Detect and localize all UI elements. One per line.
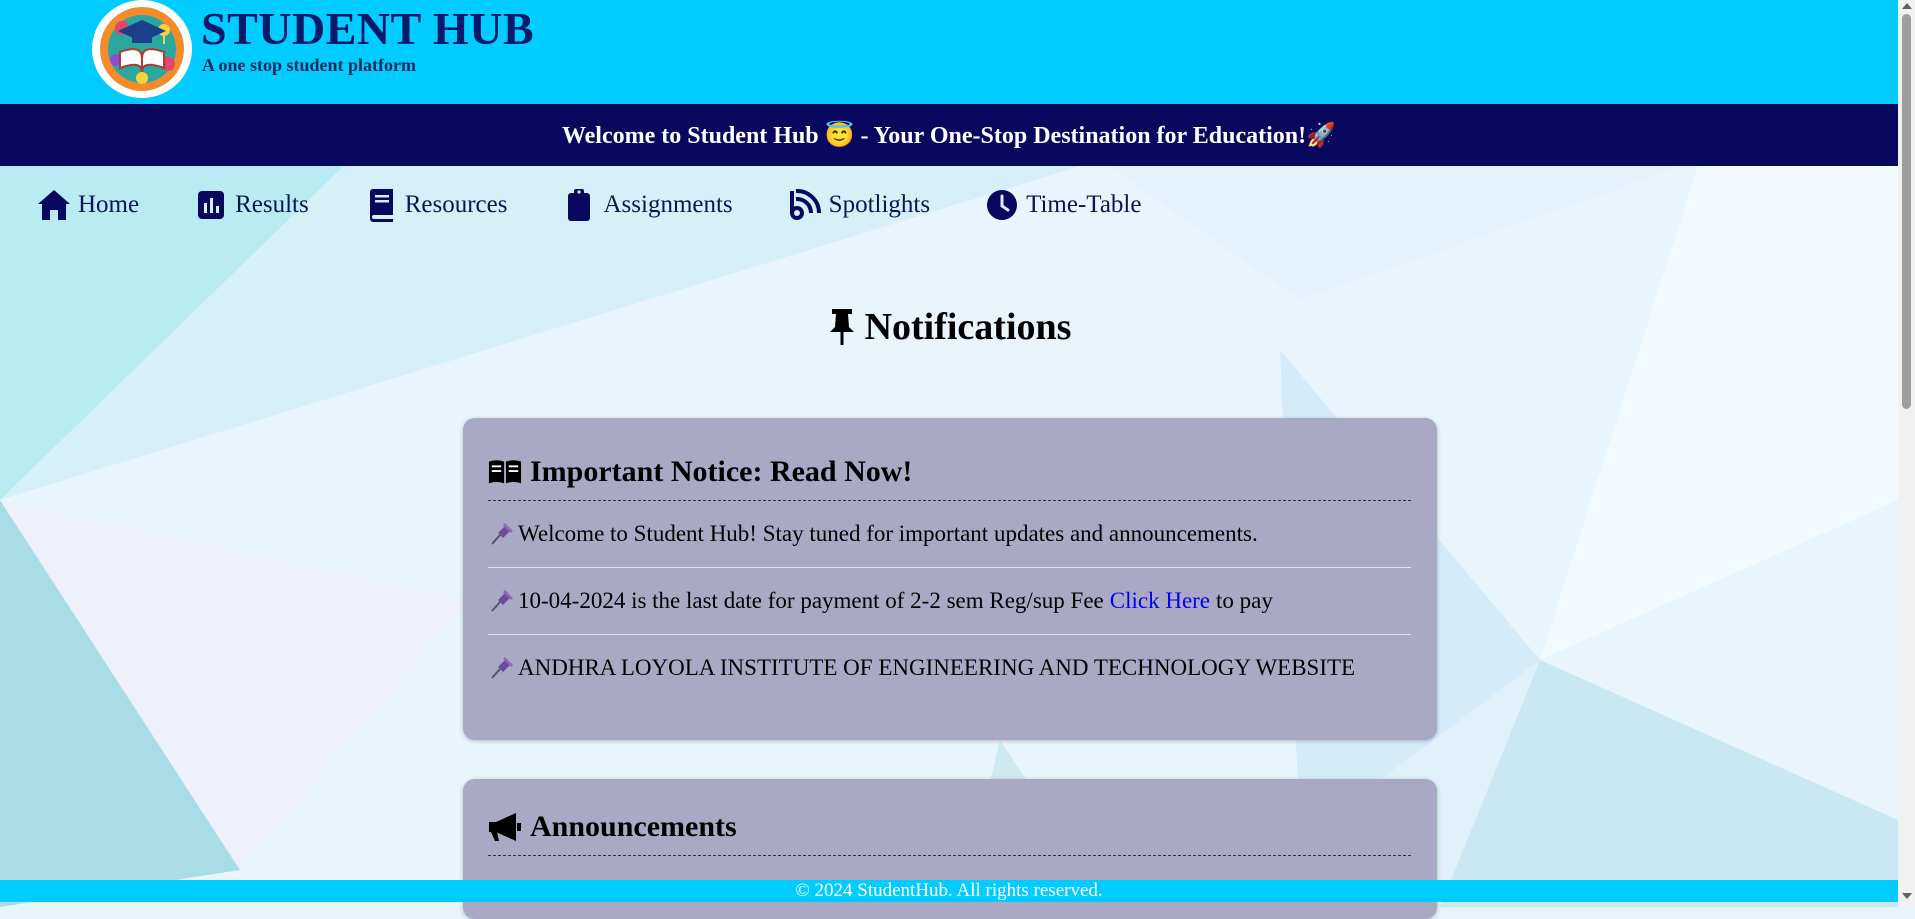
notice-item: ANDHRA LOYOLA INSTITUTE OF ENGINEERING A…	[488, 635, 1411, 701]
notifications-heading: Notifications	[0, 305, 1898, 349]
notice-item: 10-04-2024 is the last date for payment …	[488, 568, 1411, 635]
notice-item: Welcome to Student Hub! Stay tuned for i…	[488, 501, 1411, 568]
rss-icon	[789, 188, 821, 220]
logo-icon	[97, 4, 187, 94]
open-book-icon	[488, 460, 522, 484]
welcome-banner: Welcome to Student Hub 😇 - Your One-Stop…	[0, 104, 1898, 166]
notice-item-text-suffix: to pay	[1216, 588, 1273, 613]
clipboard-icon	[568, 189, 591, 221]
footer-text: © 2024 StudentHub. All rights reserved.	[795, 880, 1103, 901]
chart-icon	[198, 191, 225, 219]
announcements-header: Announcements	[488, 799, 1411, 856]
notice-item-text: Welcome to Student Hub! Stay tuned for i…	[518, 521, 1258, 546]
scroll-down-arrow-icon[interactable]	[1902, 893, 1912, 899]
pushpin-icon	[491, 657, 513, 679]
site-footer: © 2024 StudentHub. All rights reserved.	[0, 880, 1898, 902]
nav-assignments[interactable]: Assignments	[561, 187, 733, 223]
scroll-up-arrow-icon[interactable]	[1902, 3, 1912, 9]
notice-item-text: 10-04-2024 is the last date for payment …	[518, 588, 1104, 613]
nav-assignments-label: Assignments	[603, 191, 733, 218]
nav-home-label: Home	[78, 191, 140, 218]
megaphone-icon	[489, 813, 521, 841]
fee-payment-link[interactable]: Click Here	[1110, 588, 1210, 614]
home-icon	[38, 190, 70, 220]
nav-results[interactable]: Results	[193, 187, 309, 223]
site-tagline: A one stop student platform	[202, 55, 417, 75]
site-header: STUDENT HUB A one stop student platform	[0, 0, 1898, 104]
notice-item-text: ANDHRA LOYOLA INSTITUTE OF ENGINEERING A…	[518, 655, 1356, 680]
nav-results-label: Results	[235, 191, 309, 218]
main-nav: Home Results Resources Assignments Spotl…	[36, 185, 1195, 225]
nav-time-table[interactable]: Time-Table	[984, 187, 1141, 223]
nav-resources[interactable]: Resources	[363, 187, 508, 223]
important-notice-card: Important Notice: Read Now! Welcome to S…	[463, 418, 1437, 740]
announcements-title: Announcements	[530, 810, 737, 843]
welcome-banner-text: Welcome to Student Hub 😇 - Your One-Stop…	[561, 122, 1337, 149]
site-logo[interactable]	[92, 0, 192, 98]
site-title: STUDENT HUB	[201, 3, 535, 54]
nav-spotlights[interactable]: Spotlights	[787, 187, 930, 223]
nav-spotlights-label: Spotlights	[828, 191, 931, 218]
scrollbar-thumb[interactable]	[1902, 14, 1911, 409]
nav-time-table-label: Time-Table	[1026, 191, 1142, 218]
pushpin-icon	[491, 523, 513, 545]
important-notice-title: Important Notice: Read Now!	[530, 455, 913, 488]
pin-icon	[829, 309, 854, 345]
nav-home[interactable]: Home	[36, 187, 139, 223]
clock-icon	[987, 190, 1018, 220]
notifications-title: Notifications	[864, 306, 1072, 348]
page-scrollbar[interactable]	[1898, 0, 1915, 907]
nav-resources-label: Resources	[404, 191, 508, 218]
important-notice-header: Important Notice: Read Now!	[488, 444, 1411, 501]
pushpin-icon	[491, 590, 513, 612]
book-icon	[369, 189, 393, 222]
